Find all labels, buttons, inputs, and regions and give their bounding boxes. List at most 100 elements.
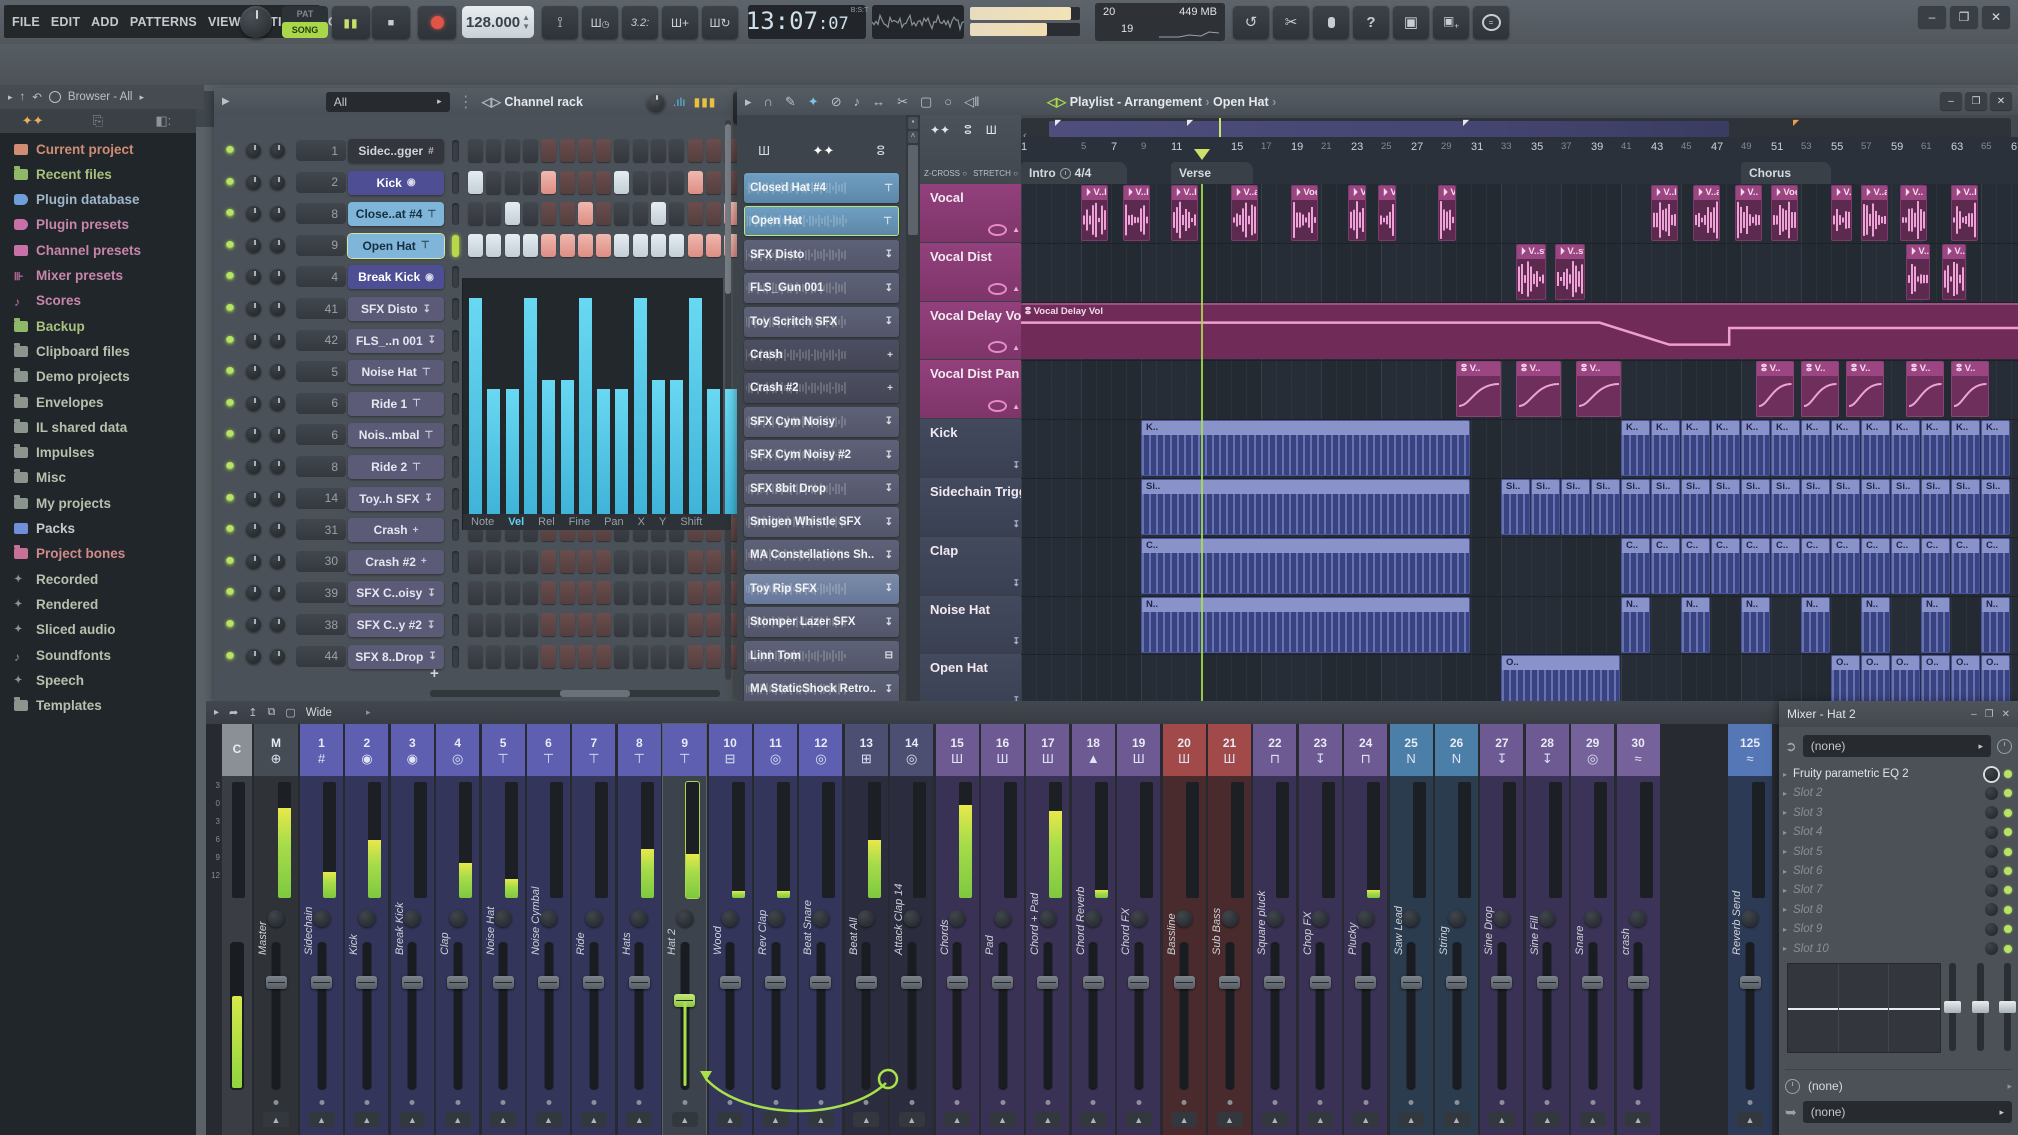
pattern-clip[interactable]: N.. <box>1981 596 2010 653</box>
strip-link-arrow[interactable]: ▲ <box>717 1112 744 1127</box>
playhead-marker[interactable] <box>1194 149 1210 160</box>
strip-header[interactable]: 12 ◎ <box>799 724 843 776</box>
mixer-strip-hat-2[interactable]: 9 ⊤ Hat 2 ▲ <box>662 723 708 1135</box>
picker-item-stomper-lazer-sfx[interactable]: Stomper Lazer SFX ↧ <box>744 607 899 638</box>
step-10[interactable] <box>632 233 648 257</box>
velocity-bar-13[interactable] <box>688 298 702 514</box>
channel-pan-knob[interactable] <box>246 269 261 285</box>
browser-item-impulses[interactable]: Impulses <box>14 441 95 465</box>
pattern-clip[interactable]: K.. <box>1771 420 1800 477</box>
velocity-graph-panel[interactable]: Note Vel Rel Fine Pan X Y Shift <box>462 278 757 530</box>
effect-slot-7[interactable]: ▸ Slot 7 <box>1783 881 2014 899</box>
strip-fader[interactable] <box>1219 942 1240 1090</box>
picker-item-sfx-cym-noisy-2[interactable]: SFX Cym Noisy #2 ↧ <box>744 440 899 471</box>
playlist-grid[interactable]: ⏵ V..l⏵ V..l⏵ V..l⏵ V..al⏵ Vocal⏵ V..⏵ V… <box>1021 184 2018 701</box>
strip-fader-thumb[interactable] <box>1491 976 1513 989</box>
pattern-clip[interactable]: K.. <box>1651 420 1680 477</box>
audio-clip[interactable]: ⏵ V.. <box>1348 185 1366 241</box>
mute-tool-icon[interactable]: ♪ <box>854 94 861 109</box>
step-8[interactable] <box>596 233 612 257</box>
step-5[interactable] <box>541 549 557 573</box>
step-6[interactable] <box>559 202 575 226</box>
mixer-strip-kick[interactable]: 2 ◉ Kick ▲ <box>345 724 389 1135</box>
strip-header[interactable]: 28 ↧ <box>1525 724 1569 776</box>
strip-fader[interactable] <box>1627 942 1649 1090</box>
mixer-strip-hats[interactable]: 8 ⊤ Hats ▲ <box>617 724 661 1135</box>
channel-enable-led[interactable] <box>226 240 234 249</box>
browser-back-icon[interactable]: ↶ <box>32 90 42 104</box>
step-9[interactable] <box>614 549 630 573</box>
strip-header[interactable]: 13 ⊞ <box>844 724 888 776</box>
strip-fader-thumb[interactable] <box>492 976 514 989</box>
maximize-button[interactable]: ❐ <box>1950 6 1978 28</box>
channel-number[interactable]: 1 <box>296 140 346 161</box>
pat-label[interactable]: PAT <box>282 6 328 22</box>
strip-mute-led[interactable] <box>591 1100 597 1105</box>
browser-item-soundfonts[interactable]: ♪ Soundfonts <box>14 643 111 667</box>
pattern-clip[interactable]: K.. <box>1141 420 1470 477</box>
picker-item-toy-rip-sfx[interactable]: Toy Rip SFX ↧ <box>744 573 899 604</box>
channel-pan-knob[interactable] <box>246 522 261 538</box>
strip-pan-knob[interactable] <box>449 910 467 927</box>
step-13[interactable] <box>687 549 703 573</box>
strip-link-arrow[interactable]: ▲ <box>353 1112 380 1127</box>
channel-selector-led[interactable] <box>452 140 459 162</box>
pattern-clip[interactable]: N.. <box>1621 596 1650 653</box>
pattern-clip[interactable]: K.. <box>1891 420 1920 477</box>
strip-fader[interactable] <box>1037 942 1059 1090</box>
step-12[interactable] <box>669 170 685 194</box>
audio-clip[interactable]: ⏵ V.. <box>1942 243 1966 300</box>
automation-clip[interactable]: ⵓ V.. <box>1756 361 1794 418</box>
strip-link-arrow[interactable]: ▲ <box>263 1112 289 1127</box>
strip-pan-knob[interactable] <box>676 910 694 927</box>
strip-link-arrow[interactable]: ▲ <box>898 1112 925 1127</box>
strip-link-arrow[interactable]: ▲ <box>853 1112 880 1127</box>
strip-header[interactable]: 26 N <box>1435 724 1478 776</box>
playlist-minimize-button[interactable]: – <box>1940 92 1962 110</box>
pattern-clip[interactable]: C.. <box>1711 537 1740 594</box>
strip-link-arrow[interactable]: ▲ <box>1125 1112 1152 1127</box>
strip-link-arrow[interactable]: ▲ <box>1443 1112 1470 1127</box>
step-13[interactable] <box>687 613 703 636</box>
strip-mute-led[interactable] <box>1045 1100 1051 1105</box>
strip-link-arrow[interactable]: ▲ <box>1352 1112 1379 1127</box>
strip-mute-led[interactable] <box>727 1100 733 1105</box>
mixer-strip-beat-snare[interactable]: 12 ◎ Beat Snare ▲ <box>799 724 843 1135</box>
recording-mic-icon[interactable] <box>1313 6 1349 39</box>
strip-pan-knob[interactable] <box>403 910 421 927</box>
velocity-bar-11[interactable] <box>652 380 665 514</box>
step-5[interactable] <box>541 139 557 162</box>
strip-header[interactable]: 20 Ш <box>1162 724 1206 776</box>
strip-header[interactable]: 30 ≈ <box>1616 724 1660 776</box>
step-7[interactable] <box>577 170 593 194</box>
strip-fader-thumb[interactable] <box>1309 976 1331 989</box>
slot-enable-led[interactable] <box>2004 886 2012 895</box>
tap-tempo-icon[interactable]: ⟟ <box>542 6 578 39</box>
browser-header[interactable]: ▸ ↑ ↶ Browser - All ▸ <box>0 85 204 109</box>
step-11[interactable] <box>651 202 666 226</box>
zoom-tool-icon[interactable]: ○ <box>944 94 952 109</box>
channel-number[interactable]: 31 <box>296 519 346 541</box>
mixer-strip-chop-fx[interactable]: 23 ↧ Chop FX ▲ <box>1298 724 1342 1135</box>
strip-mute-led[interactable] <box>455 1100 461 1105</box>
mixer-strip-c[interactable]: C <box>222 724 252 1135</box>
step-6[interactable] <box>559 170 575 194</box>
channel-enable-led[interactable] <box>226 177 234 186</box>
slot-mix-knob[interactable] <box>1985 942 1998 956</box>
step-3[interactable] <box>504 549 520 573</box>
strip-mute-led[interactable] <box>1090 1100 1096 1105</box>
velocity-bar-1[interactable] <box>469 298 482 514</box>
automation-clip[interactable]: ⵓ V.. <box>1576 361 1621 418</box>
graph-tab-y[interactable]: Y <box>659 516 666 528</box>
step-14[interactable] <box>705 202 721 226</box>
strip-header[interactable]: 7 ⊤ <box>572 724 616 776</box>
strip-pan-knob[interactable] <box>358 910 376 927</box>
browser-item-scores[interactable]: ♪ Scores <box>14 289 81 313</box>
strip-fader[interactable] <box>765 942 786 1090</box>
strip-header[interactable]: 125 ≈ <box>1728 724 1772 776</box>
step-2[interactable] <box>486 581 502 605</box>
clip-source-auto-icon[interactable]: ⵓ <box>964 123 972 137</box>
strip-fader[interactable] <box>1491 942 1513 1090</box>
strip-fader-thumb[interactable] <box>1037 976 1059 989</box>
step-10[interactable] <box>632 202 648 226</box>
